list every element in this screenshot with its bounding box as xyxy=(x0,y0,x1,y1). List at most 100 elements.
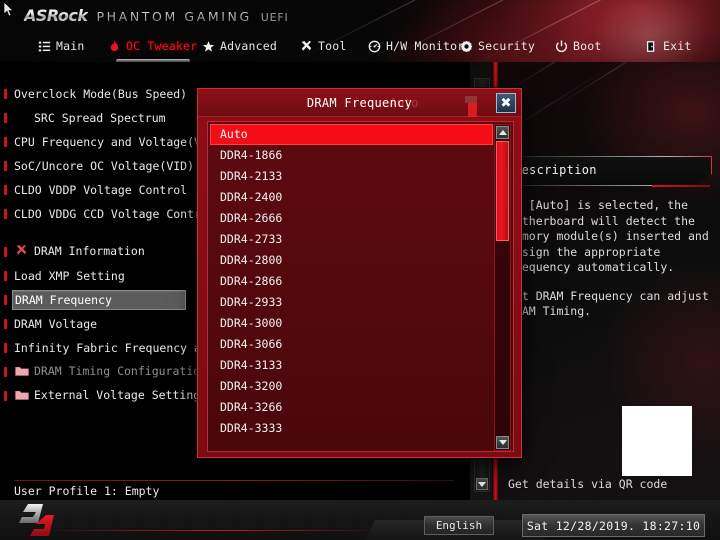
dialog-option[interactable]: DDR4-3000 xyxy=(210,313,493,334)
menu-bullet-icon xyxy=(4,271,7,281)
menu-item-label: SRC Spread Spectrum xyxy=(14,111,166,125)
menu-item-text: Overclock Mode(Bus Speed) xyxy=(14,87,188,101)
tab-h-w-monitor[interactable]: H/W Monitor xyxy=(368,30,464,62)
folder-icon xyxy=(14,365,29,380)
dialog-option[interactable]: DDR4-3333 xyxy=(210,418,493,439)
menu-bullet-icon xyxy=(4,209,7,219)
power-icon xyxy=(555,39,568,53)
chevron-down-icon[interactable] xyxy=(496,436,509,449)
tab-advanced[interactable]: Advanced xyxy=(202,30,277,62)
list-icon xyxy=(38,40,51,53)
user-profile-list: User Profile 1: EmptyUser Profile 2: Emp… xyxy=(0,482,159,500)
description-text: If [Auto] is selected, the motherboard w… xyxy=(508,198,713,333)
user-profile-row[interactable]: User Profile 1: Empty xyxy=(0,482,159,500)
menu-bullet-icon xyxy=(4,137,7,147)
menu-item-text: CLDO VDDG CCD Voltage Control xyxy=(14,207,215,221)
main-navigation: Main OC Tweaker Advanced Tool H/W Monitor Sec… xyxy=(0,30,720,62)
dialog-title-bar: Auto DRAM Frequency ✖ xyxy=(198,89,521,117)
menu-bullet-icon xyxy=(4,295,7,305)
menu-bullet-icon xyxy=(4,391,7,401)
menu-item-label: CLDO VDDG CCD Voltage Control xyxy=(14,207,215,221)
tools-icon xyxy=(14,244,29,260)
description-accent-line xyxy=(652,185,710,187)
tab-label: Security xyxy=(478,39,535,53)
dialog-option[interactable]: DDR4-2733 xyxy=(210,229,493,250)
tab-label: OC Tweaker xyxy=(126,39,198,53)
description-paragraph: Set DRAM Frequency can adjust DRAM Timin… xyxy=(508,288,709,319)
qr-caption: Get details via QR code xyxy=(508,477,668,491)
menu-bullet-icon xyxy=(4,185,7,195)
dialog-option[interactable]: DDR4-3266 xyxy=(210,397,493,418)
page-scroll-down-icon[interactable] xyxy=(476,478,488,490)
tab-exit[interactable]: Exit xyxy=(645,30,692,62)
tab-oc-tweaker[interactable]: OC Tweaker xyxy=(108,30,197,62)
user-profile-label: User Profile 1: Empty xyxy=(14,484,160,498)
dialog-option[interactable]: DDR4-2866 xyxy=(210,271,493,292)
dialog-option[interactable]: DDR4-2133 xyxy=(210,166,493,187)
menu-item-label: DRAM Frequency xyxy=(12,290,186,310)
menu-bullet-icon xyxy=(4,113,7,123)
scrollbar-thumb[interactable] xyxy=(496,141,509,241)
chevron-up-icon[interactable] xyxy=(496,126,509,139)
menu-item-text: SRC Spread Spectrum xyxy=(34,111,166,125)
footer-accent-line xyxy=(40,530,370,531)
description-title: Description xyxy=(514,163,597,177)
dialog-title: DRAM Frequency xyxy=(306,95,413,110)
menu-item-text: Load XMP Setting xyxy=(14,269,125,283)
close-icon[interactable]: ✖ xyxy=(496,93,516,113)
menu-item-text: DRAM Timing Configuration xyxy=(34,364,208,378)
menu-item-text: DRAM Frequency xyxy=(15,293,112,307)
dialog-option[interactable]: DDR4-2666 xyxy=(210,208,493,229)
gear-icon xyxy=(460,40,473,53)
menu-item-text: SoC/Uncore OC Voltage(VID) xyxy=(14,159,195,173)
menu-bullet-icon xyxy=(4,89,7,99)
menu-item-text: DRAM Information xyxy=(34,244,145,258)
datetime-display: Sat 12/28/2019. 18:27:10 xyxy=(522,514,705,537)
dialog-option[interactable]: DDR4-2800 xyxy=(210,250,493,271)
dialog-option[interactable]: DDR4-2400 xyxy=(210,187,493,208)
panel-streak xyxy=(551,62,680,109)
tab-label: Boot xyxy=(573,39,602,53)
dialog-option[interactable]: Auto xyxy=(210,124,493,145)
menu-item-label: DRAM Voltage xyxy=(14,317,97,331)
phantom-gaming-logo xyxy=(19,504,54,536)
asrock-wordmark: ASRock xyxy=(24,6,88,25)
flame-icon xyxy=(108,40,121,53)
menu-item-label: CLDO VDDP Voltage Control xyxy=(14,183,187,197)
dialog-option[interactable]: DDR4-3200 xyxy=(210,376,493,397)
tab-main[interactable]: Main xyxy=(38,30,85,62)
menu-divider xyxy=(14,480,454,481)
description-paragraph: If [Auto] is selected, the motherboard w… xyxy=(508,198,709,274)
dialog-option[interactable]: DDR4-3133 xyxy=(210,355,493,376)
tab-label: H/W Monitor xyxy=(386,39,465,53)
tab-tool[interactable]: Tool xyxy=(300,30,347,62)
brand-logo: ASRock PHANTOM GAMING UEFI xyxy=(24,6,289,25)
menu-item-text: CLDO VDDP Voltage Control xyxy=(14,183,188,197)
menu-bullet-icon xyxy=(4,247,7,257)
dialog-option[interactable]: DDR4-2933 xyxy=(210,292,493,313)
folder-icon xyxy=(14,389,29,404)
menu-item-label: DRAM Information xyxy=(14,244,145,260)
tab-label: Advanced xyxy=(220,39,277,53)
tab-security[interactable]: Security xyxy=(460,30,535,62)
uefi-wordmark: UEFI xyxy=(260,11,289,24)
menu-item-label: SoC/Uncore OC Voltage(VID) xyxy=(14,159,194,173)
header-bar: ASRock PHANTOM GAMING UEFI Main OC Tweake… xyxy=(0,0,720,62)
phantom-gaming-wordmark: PHANTOM GAMING xyxy=(96,9,252,24)
tab-label: Tool xyxy=(318,39,347,53)
dialog-option[interactable]: DDR4-1866 xyxy=(210,145,493,166)
exit-icon xyxy=(645,40,658,53)
menu-bullet-icon xyxy=(4,367,7,377)
uefi-screen: ASRock PHANTOM GAMING UEFI Main OC Tweake… xyxy=(0,0,720,540)
menu-item-label: Overclock Mode(Bus Speed) xyxy=(14,87,187,101)
dialog-ghost-artifact xyxy=(468,103,477,117)
tab-label: Exit xyxy=(663,39,692,53)
dialog-option[interactable]: DDR4-3066 xyxy=(210,334,493,355)
language-button[interactable]: English xyxy=(424,516,494,535)
dialog-option-list: Auto DDR4-1866 DDR4-2133 DDR4-2400 DDR4-2666… xyxy=(207,121,514,452)
tab-boot[interactable]: Boot xyxy=(555,30,602,62)
panel-streak xyxy=(511,62,657,89)
tab-label: Main xyxy=(56,39,85,53)
dialog-scrollbar[interactable] xyxy=(494,124,511,451)
star-icon xyxy=(202,40,215,53)
